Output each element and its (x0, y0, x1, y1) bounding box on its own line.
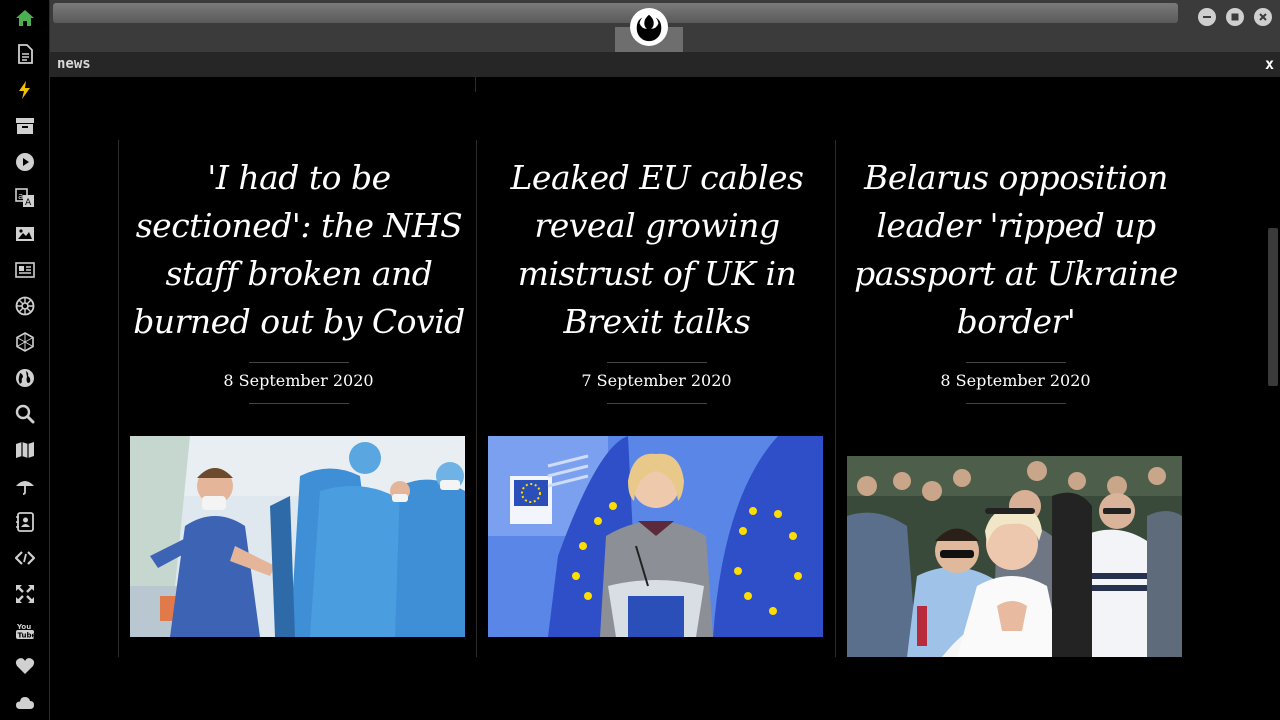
scrollbar-thumb[interactable] (1268, 228, 1278, 386)
rebel-alliance-logo-icon[interactable] (630, 8, 668, 46)
article-card[interactable]: Leaked EU cables reveal growing mistrust… (476, 140, 835, 657)
panel-title: news (57, 56, 91, 72)
scrollbar-track[interactable] (1266, 77, 1280, 720)
play-icon[interactable] (13, 150, 37, 174)
code-icon[interactable] (13, 546, 37, 570)
translate-icon[interactable]: aA (13, 186, 37, 210)
divider (607, 403, 707, 404)
news-content: 'I had to be sectioned': the NHS staff b… (50, 77, 1266, 720)
map-icon[interactable] (13, 438, 37, 462)
svg-text:You: You (16, 623, 31, 631)
youtube-icon[interactable]: You Tube (13, 618, 37, 642)
article-date: 8 September 2020 (940, 371, 1091, 390)
article-card[interactable]: Belarus opposition leader 'ripped up pas… (835, 140, 1194, 657)
umbrella-icon[interactable] (13, 474, 37, 498)
nhs-staff-in-ppe-photo[interactable] (130, 436, 465, 637)
browser-toolbar (50, 0, 1280, 52)
newspaper-icon[interactable] (13, 258, 37, 282)
article-headline[interactable]: Leaked EU cables reveal growing mistrust… (487, 154, 827, 346)
globe-icon[interactable] (13, 366, 37, 390)
svg-text:A: A (25, 198, 32, 208)
close-window-button[interactable] (1254, 8, 1272, 26)
lightning-icon[interactable] (13, 78, 37, 102)
hexagon-network-icon[interactable] (13, 330, 37, 354)
divider (607, 362, 707, 363)
archive-icon[interactable] (13, 114, 37, 138)
panel-close-button[interactable]: x (1265, 55, 1274, 73)
divider (966, 362, 1066, 363)
article-headline[interactable]: Belarus opposition leader 'ripped up pas… (846, 154, 1186, 346)
maximize-button[interactable] (1226, 8, 1244, 26)
article-headline[interactable]: 'I had to be sectioned': the NHS staff b… (129, 154, 469, 346)
divider (249, 403, 349, 404)
article-card[interactable]: 'I had to be sectioned': the NHS staff b… (118, 140, 477, 657)
divider (249, 362, 349, 363)
article-date: 8 September 2020 (223, 371, 374, 390)
address-bar[interactable] (53, 3, 1178, 23)
image-icon[interactable] (13, 222, 37, 246)
divider (966, 403, 1066, 404)
belarus-opposition-crowd-photo[interactable] (847, 456, 1182, 657)
svg-text:a: a (18, 192, 24, 202)
article-date: 7 September 2020 (581, 371, 732, 390)
panel-header: news x (50, 52, 1280, 77)
heart-icon[interactable] (13, 654, 37, 678)
home-icon[interactable] (13, 6, 37, 30)
eu-commission-president-podium-photo[interactable] (488, 436, 823, 637)
search-icon[interactable] (13, 402, 37, 426)
document-icon[interactable] (13, 42, 37, 66)
minimize-button[interactable] (1198, 8, 1216, 26)
empire-icon[interactable] (13, 294, 37, 318)
svg-text:Tube: Tube (18, 632, 36, 640)
cloud-icon[interactable] (13, 690, 37, 714)
sidebar: aA You Tube (0, 0, 50, 720)
divider (475, 77, 476, 92)
contact-book-icon[interactable] (13, 510, 37, 534)
expand-arrows-icon[interactable] (13, 582, 37, 606)
